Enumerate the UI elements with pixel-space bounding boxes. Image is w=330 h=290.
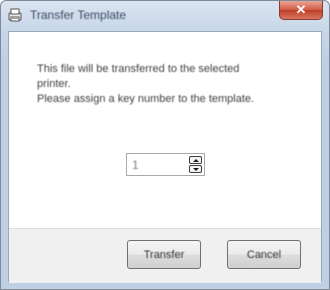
message-line: printer. <box>37 78 71 90</box>
window-title: Transfer Template <box>30 8 127 22</box>
spin-down-button[interactable] <box>189 165 202 173</box>
transfer-button[interactable]: Transfer <box>127 240 201 269</box>
dialog-content: This file will be transferred to the sel… <box>8 31 322 283</box>
spin-up-button[interactable] <box>189 156 202 164</box>
arrow-up-icon <box>192 158 199 162</box>
key-number-spinner[interactable]: 1 <box>126 153 205 176</box>
transfer-button-label: Transfer <box>143 248 185 261</box>
printer-template-icon <box>7 7 23 23</box>
arrow-down-icon <box>192 167 199 171</box>
cancel-button[interactable]: Cancel <box>227 240 301 269</box>
close-icon: ✕ <box>295 2 307 17</box>
close-button[interactable]: ✕ <box>279 1 323 20</box>
dialog-window: Transfer Template ✕ This file will be tr… <box>0 0 330 290</box>
key-number-value[interactable]: 1 <box>132 158 139 172</box>
message-line: This file will be transferred to the sel… <box>37 63 240 75</box>
title-bar[interactable]: Transfer Template ✕ <box>1 1 329 30</box>
cancel-button-label: Cancel <box>246 248 282 261</box>
message-line: Please assign a key number to the templa… <box>37 93 255 105</box>
instruction-message: This file will be transferred to the sel… <box>37 62 297 107</box>
button-bar: Transfer Cancel <box>9 228 321 283</box>
